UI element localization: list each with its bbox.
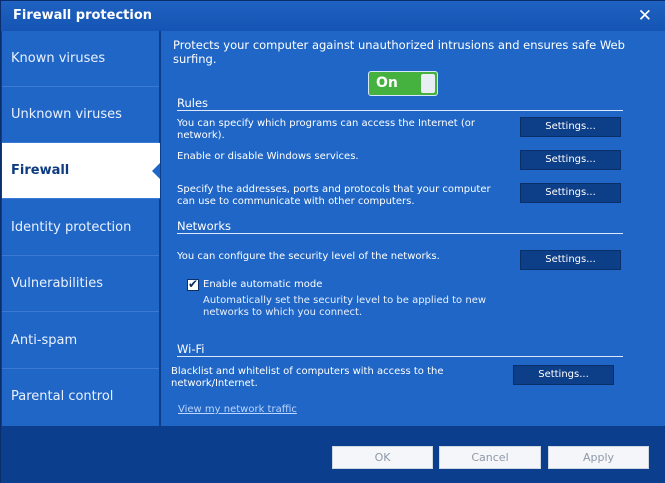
sidebar-item-known-viruses[interactable]: Known viruses (2, 31, 159, 87)
automatic-mode-description: Automatically set the security level to … (203, 295, 487, 318)
sidebar-item-unknown-viruses[interactable]: Unknown viruses (2, 87, 159, 143)
sidebar-item-parental-control[interactable]: Parental control (2, 369, 159, 425)
close-icon[interactable]: ✕ (638, 6, 652, 26)
view-network-traffic-link[interactable]: View my network traffic (178, 404, 297, 415)
wifi-settings-button[interactable]: Settings... (513, 365, 614, 385)
sidebar-item-label: Known viruses (11, 51, 106, 66)
rules-addresses-text: Specify the addresses, ports and protoco… (177, 184, 491, 207)
footer-bar: OK Cancel Apply (1, 427, 665, 483)
sidebar-item-identity-protection[interactable]: Identity protection (2, 200, 159, 256)
sidebar-item-label: Anti-spam (11, 333, 78, 348)
rules-section-title: Rules (177, 96, 209, 110)
main-panel: Protects your computer against unauthori… (161, 31, 665, 426)
sidebar-item-vulnerabilities[interactable]: Vulnerabilities (2, 256, 159, 312)
firewall-toggle[interactable]: On (368, 71, 438, 96)
sidebar-item-firewall[interactable]: Firewall (2, 143, 160, 199)
checkmark-icon: ✔ (188, 277, 199, 291)
rules-services-settings-button[interactable]: Settings... (520, 150, 621, 170)
rules-divider (177, 110, 623, 111)
networks-divider (177, 233, 623, 234)
rules-services-text: Enable or disable Windows services. (177, 151, 359, 162)
window-title: Firewall protection (13, 8, 153, 23)
wifi-section-title: Wi-Fi (177, 342, 205, 356)
networks-settings-button[interactable]: Settings... (520, 250, 621, 270)
wifi-divider (177, 356, 623, 357)
rules-addresses-settings-button[interactable]: Settings... (520, 183, 621, 203)
module-description: Protects your computer against unauthori… (173, 38, 625, 66)
sidebar-item-anti-spam[interactable]: Anti-spam (2, 313, 159, 369)
rules-programs-settings-button[interactable]: Settings... (520, 117, 621, 137)
sidebar-item-label: Parental control (11, 389, 114, 404)
sidebar-item-label: Firewall (11, 163, 70, 178)
sidebar: Known viruses Unknown viruses Firewall I… (2, 31, 160, 426)
toggle-label: On (376, 75, 398, 91)
sidebar-item-label: Unknown viruses (11, 107, 122, 122)
rules-programs-text: You can specify which programs can acces… (177, 118, 475, 141)
sidebar-item-label: Vulnerabilities (11, 276, 103, 291)
toggle-knob (421, 74, 435, 93)
automatic-mode-label: Enable automatic mode (203, 279, 323, 290)
networks-section-title: Networks (177, 219, 232, 233)
cancel-button[interactable]: Cancel (439, 446, 541, 469)
firewall-window: Firewall protection ✕ Known viruses Unkn… (0, 0, 665, 483)
apply-button[interactable]: Apply (548, 446, 649, 469)
ok-button[interactable]: OK (332, 446, 433, 469)
wifi-blacklist-text: Blacklist and whitelist of computers wit… (171, 366, 444, 389)
networks-security-text: You can configure the security level of … (177, 251, 440, 262)
title-bar: Firewall protection ✕ (1, 1, 665, 31)
sidebar-item-label: Identity protection (11, 220, 132, 235)
automatic-mode-checkbox[interactable]: ✔ (187, 277, 199, 291)
